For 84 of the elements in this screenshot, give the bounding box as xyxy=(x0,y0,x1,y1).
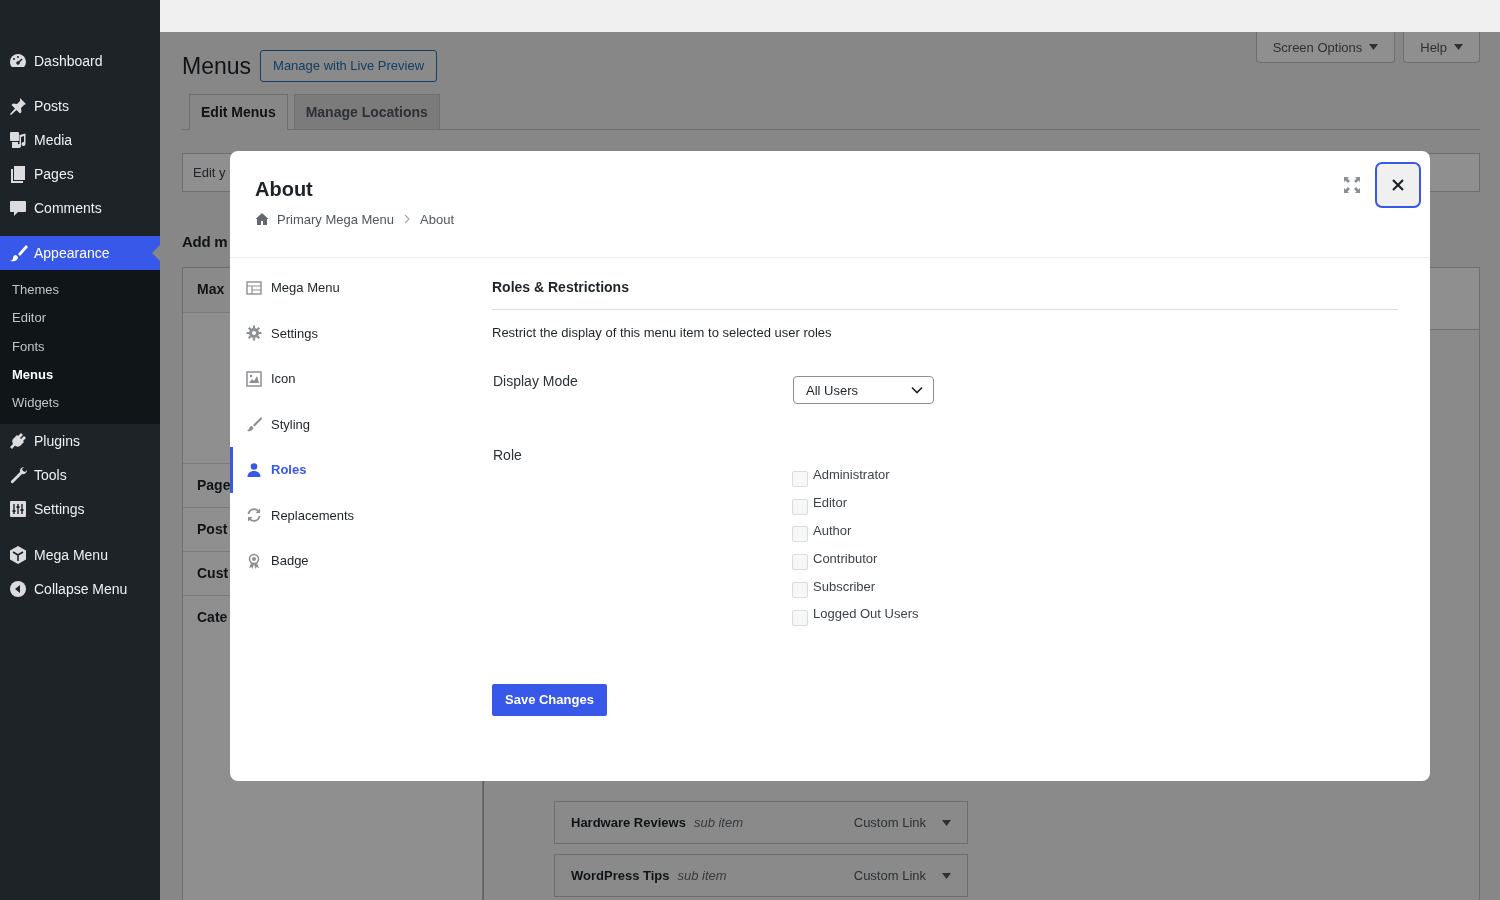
refresh-icon xyxy=(246,507,262,524)
chevron-down-icon xyxy=(911,386,923,394)
settings-icon xyxy=(246,325,262,342)
section-description: Restrict the display of this menu item to selected user roles xyxy=(492,324,833,342)
sidebar-item[interactable]: Mega Menu xyxy=(0,538,160,573)
modal-nav-item[interactable]: Mega Menu xyxy=(230,265,492,311)
menu-item-type: Custom Link xyxy=(853,815,926,830)
checkbox-label: Administrator xyxy=(813,467,890,483)
notice-text: Edit y xyxy=(193,165,226,180)
checkbox[interactable] xyxy=(792,498,808,515)
sidebar-item[interactable]: Media xyxy=(0,123,160,157)
grid-icon xyxy=(246,279,262,296)
tab[interactable]: Edit Menus xyxy=(189,94,288,130)
comment-icon xyxy=(8,198,28,218)
section-title: Add m xyxy=(182,232,228,252)
submenu-item[interactable]: Fonts xyxy=(0,332,160,361)
section-heading: Roles & Restrictions xyxy=(492,276,1398,310)
modal-nav-item[interactable]: Replacements xyxy=(230,492,492,538)
save-button[interactable]: Save Changes xyxy=(492,683,607,716)
home-icon xyxy=(255,212,269,226)
caret-down-icon[interactable] xyxy=(942,872,951,879)
image-icon xyxy=(246,370,262,387)
sidebar-item[interactable]: Pages xyxy=(0,157,160,191)
checkbox[interactable] xyxy=(792,582,808,599)
close-button[interactable] xyxy=(1375,162,1421,208)
checkbox-label: Contributor xyxy=(813,550,878,566)
caret-down-icon[interactable] xyxy=(942,819,951,826)
chevron-right-icon xyxy=(404,214,411,224)
field-label: Display Mode xyxy=(492,373,579,389)
screen-meta-button[interactable]: Help xyxy=(1403,32,1480,63)
modal-nav-item[interactable]: Styling xyxy=(230,401,492,447)
menu-item-note: sub item xyxy=(693,815,744,830)
screen-meta-button[interactable]: Screen Options xyxy=(1255,32,1396,63)
caret-down-icon xyxy=(1454,44,1463,50)
modal-nav-item[interactable]: Roles xyxy=(230,447,492,493)
caret-down-icon xyxy=(1369,44,1379,50)
checkbox[interactable] xyxy=(792,526,808,543)
media-icon xyxy=(8,130,28,150)
submenu-item[interactable]: Editor xyxy=(0,304,160,333)
settings-icon xyxy=(8,499,28,520)
checkbox[interactable] xyxy=(792,554,808,571)
ribbon-icon xyxy=(246,552,262,569)
menu-item-type: Custom Link xyxy=(853,868,926,883)
modal-title: About xyxy=(255,177,314,201)
select-field[interactable]: All Users xyxy=(793,376,934,404)
sidebar-item[interactable]: Comments xyxy=(0,191,160,225)
menu-item-title: Hardware Reviews xyxy=(571,815,686,830)
checkbox[interactable] xyxy=(792,470,808,487)
menu-item-title: WordPress Tips xyxy=(571,868,670,883)
brush-icon xyxy=(246,416,262,433)
expand-icon[interactable] xyxy=(1342,175,1362,195)
field-label: Role xyxy=(492,447,523,463)
close-icon xyxy=(1392,179,1404,191)
sidebar-item[interactable]: Collapse Menu xyxy=(0,572,160,607)
pages-icon xyxy=(8,164,28,184)
menu-item-row[interactable]: WordPress Tips sub item Custom Link xyxy=(554,854,968,897)
checkbox-label: Author xyxy=(813,523,852,538)
collapse-icon xyxy=(8,579,28,600)
submenu-item[interactable]: Menus xyxy=(0,360,160,390)
submenu-item[interactable]: Widgets xyxy=(0,389,160,418)
sidebar-item[interactable]: Settings xyxy=(0,492,160,527)
pin-icon xyxy=(8,96,28,116)
sidebar-item[interactable]: Posts xyxy=(0,89,160,123)
cube-icon xyxy=(8,545,28,566)
checkbox-label: Logged Out Users xyxy=(813,606,919,622)
sidebar-item[interactable]: Plugins xyxy=(0,424,160,459)
modal-nav-item[interactable]: Icon xyxy=(230,356,492,402)
menu-item-note: sub item xyxy=(677,868,727,883)
modal-nav-item[interactable]: Settings xyxy=(230,310,492,356)
menu-item-row[interactable]: Hardware Reviews sub item Custom Link xyxy=(554,801,968,844)
sidebar-item[interactable]: Dashboard xyxy=(0,44,160,78)
page-title: Menus xyxy=(182,52,252,80)
user-icon xyxy=(246,461,262,478)
modal-nav-item[interactable]: Badge xyxy=(230,538,492,584)
breadcrumb-current: About xyxy=(420,211,455,227)
checkbox-label: Editor xyxy=(813,495,847,511)
sidebar-item[interactable]: Appearance xyxy=(0,236,160,270)
sidebar-item[interactable]: Tools xyxy=(0,458,160,493)
wrench-icon xyxy=(8,465,28,486)
submenu-item[interactable]: Themes xyxy=(0,276,160,305)
breadcrumb-link[interactable]: Primary Mega Menu xyxy=(277,211,395,227)
checkbox-label: Subscriber xyxy=(813,578,876,594)
checkbox[interactable] xyxy=(792,609,808,626)
brush-icon xyxy=(8,243,28,263)
